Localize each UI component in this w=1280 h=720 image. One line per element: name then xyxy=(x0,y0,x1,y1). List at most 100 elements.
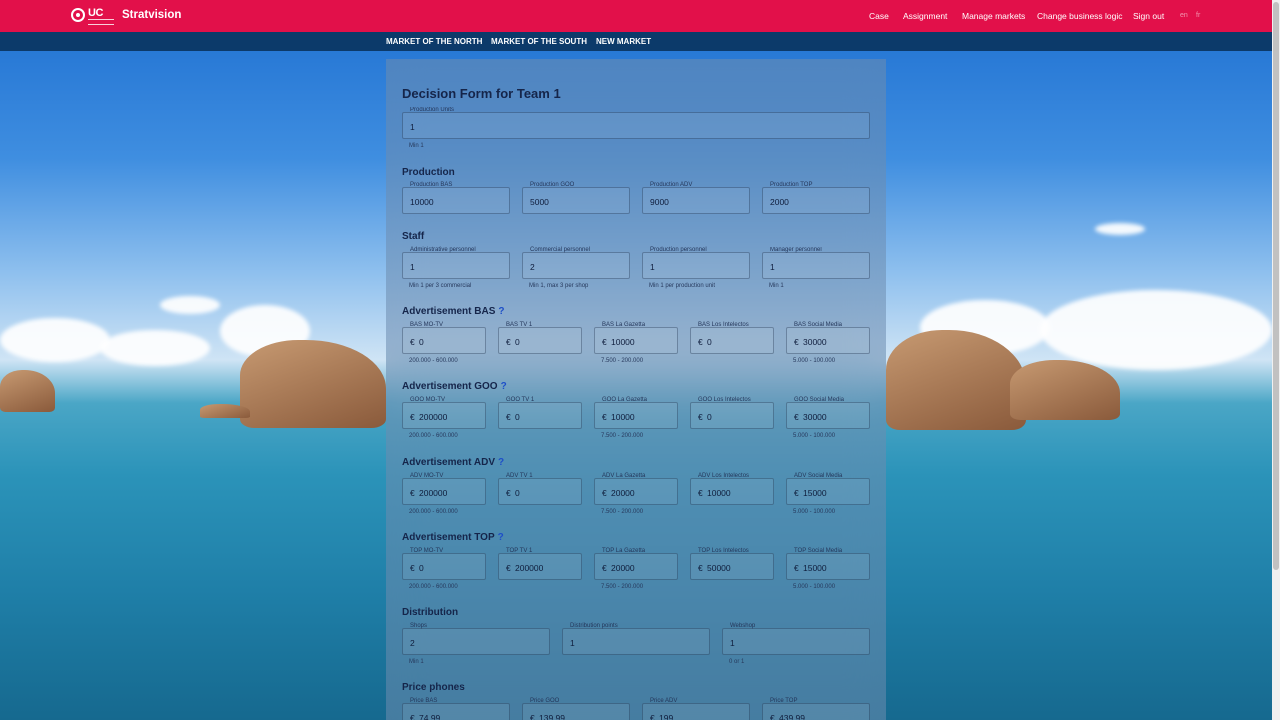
field-value[interactable]: 1 xyxy=(730,638,735,648)
field-value[interactable]: 2 xyxy=(530,262,535,272)
field-value[interactable]: 200000 xyxy=(419,412,447,422)
lang-en[interactable]: en xyxy=(1180,12,1188,19)
brand-name[interactable]: Stratvision xyxy=(122,9,181,21)
input-field[interactable]: Administrative personnel 1 xyxy=(402,247,510,279)
nav-assignment[interactable]: Assignment xyxy=(903,11,947,21)
section-advertisement: Advertisement ADV? xyxy=(402,457,504,468)
field-value[interactable]: 50000 xyxy=(707,563,731,573)
field-value[interactable]: 20000 xyxy=(611,488,635,498)
input-field[interactable]: BAS TV 1 €0 xyxy=(498,322,582,354)
field-value[interactable]: 10000 xyxy=(611,337,635,347)
input-field[interactable]: Webshop 1 xyxy=(722,623,870,655)
field-value[interactable]: 30000 xyxy=(803,337,827,347)
field-value[interactable]: 200000 xyxy=(419,488,447,498)
euro-icon: € xyxy=(602,337,607,347)
input-field[interactable]: TOP Los Intelectos €50000 xyxy=(690,548,774,580)
field-value[interactable]: 200000 xyxy=(515,563,543,573)
help-icon[interactable]: ? xyxy=(498,532,504,543)
field-value[interactable]: 0 xyxy=(515,337,520,347)
input-field[interactable]: Shops 2 xyxy=(402,623,550,655)
help-icon[interactable]: ? xyxy=(501,381,507,392)
input-field[interactable]: Distribution points 1 xyxy=(562,623,710,655)
input-field[interactable]: GOO Los Intelectos €0 xyxy=(690,397,774,429)
input-field[interactable]: GOO La Gazetta €10000 xyxy=(594,397,678,429)
input-field[interactable]: TOP Social Media €15000 xyxy=(786,548,870,580)
uc-logo-icon[interactable] xyxy=(71,8,85,22)
lang-fr[interactable]: fr xyxy=(1196,12,1200,19)
input-field[interactable]: Production TOP 2000 xyxy=(762,182,870,214)
field-value[interactable]: 9000 xyxy=(650,197,669,207)
input-field[interactable]: Production personnel 1 xyxy=(642,247,750,279)
field-label: GOO Social Media xyxy=(794,397,845,403)
input-field[interactable]: BAS MO-TV €0 xyxy=(402,322,486,354)
field-value[interactable]: 1 xyxy=(410,262,415,272)
field-value[interactable]: 10000 xyxy=(611,412,635,422)
input-field[interactable]: Commercial personnel 2 xyxy=(522,247,630,279)
input-field[interactable]: Price GOO €139.99 xyxy=(522,698,630,720)
input-field[interactable]: ADV La Gazetta €20000 xyxy=(594,473,678,505)
input-field[interactable]: BAS La Gazetta €10000 xyxy=(594,322,678,354)
field-value[interactable]: 0 xyxy=(515,412,520,422)
field-value[interactable]: 20000 xyxy=(611,563,635,573)
input-field[interactable]: TOP La Gazetta €20000 xyxy=(594,548,678,580)
field-value[interactable]: 0 xyxy=(707,337,712,347)
field-value[interactable]: 439.99 xyxy=(779,713,805,720)
field-value[interactable]: 0 xyxy=(419,337,424,347)
field-value[interactable]: 139.99 xyxy=(539,713,565,720)
input-field[interactable]: GOO Social Media €30000 xyxy=(786,397,870,429)
input-field[interactable]: Price BAS €74.99 xyxy=(402,698,510,720)
field-value[interactable]: 1 xyxy=(650,262,655,272)
field-label: GOO Los Intelectos xyxy=(698,397,751,403)
nav-change-business-logic[interactable]: Change business logic xyxy=(1037,11,1123,21)
input-field[interactable]: GOO MO-TV €200000 xyxy=(402,397,486,429)
field-value[interactable]: 5000 xyxy=(530,197,549,207)
field-hint: Min 1 xyxy=(409,143,424,149)
field-value[interactable]: 10000 xyxy=(707,488,731,498)
field-value[interactable]: 15000 xyxy=(803,488,827,498)
help-icon[interactable]: ? xyxy=(498,306,504,317)
tab-new-market[interactable]: NEW MARKET xyxy=(596,37,651,46)
field-value[interactable]: 2 xyxy=(410,638,415,648)
field-value[interactable]: 1 xyxy=(410,122,415,132)
input-field[interactable]: BAS Los Intelectos €0 xyxy=(690,322,774,354)
nav-manage-markets[interactable]: Manage markets xyxy=(962,11,1025,21)
logo-subtitle-lines xyxy=(88,19,114,25)
production-units-field[interactable]: Production Units 1 xyxy=(402,107,870,139)
input-field[interactable]: Production BAS 10000 xyxy=(402,182,510,214)
input-field[interactable]: Production GOO 5000 xyxy=(522,182,630,214)
help-icon[interactable]: ? xyxy=(498,457,504,468)
input-field[interactable]: Price ADV €199 xyxy=(642,698,750,720)
input-field[interactable]: BAS Social Media €30000 xyxy=(786,322,870,354)
input-field[interactable]: Production ADV 9000 xyxy=(642,182,750,214)
input-field[interactable]: GOO TV 1 €0 xyxy=(498,397,582,429)
field-value[interactable]: 0 xyxy=(515,488,520,498)
input-field[interactable]: ADV TV 1 €0 xyxy=(498,473,582,505)
input-field[interactable]: TOP MO-TV €0 xyxy=(402,548,486,580)
field-value[interactable]: 15000 xyxy=(803,563,827,573)
input-field[interactable]: TOP TV 1 €200000 xyxy=(498,548,582,580)
euro-icon: € xyxy=(506,563,511,573)
field-value[interactable]: 0 xyxy=(707,412,712,422)
field-value[interactable]: 30000 xyxy=(803,412,827,422)
field-value[interactable]: 74.99 xyxy=(419,713,440,720)
nav-sign-out[interactable]: Sign out xyxy=(1133,11,1164,21)
tab-market-south[interactable]: MARKET OF THE SOUTH xyxy=(491,37,587,46)
field-value[interactable]: 10000 xyxy=(410,197,434,207)
euro-icon: € xyxy=(698,488,703,498)
field-value[interactable]: 2000 xyxy=(770,197,789,207)
field-label: BAS TV 1 xyxy=(506,322,533,328)
field-value[interactable]: 1 xyxy=(570,638,575,648)
page-scrollbar[interactable] xyxy=(1272,0,1280,720)
input-field[interactable]: Price TOP €439.99 xyxy=(762,698,870,720)
nav-case[interactable]: Case xyxy=(869,11,889,21)
input-field[interactable]: ADV Social Media €15000 xyxy=(786,473,870,505)
input-field[interactable]: Manager personnel 1 xyxy=(762,247,870,279)
field-value[interactable]: 1 xyxy=(770,262,775,272)
input-field[interactable]: ADV MO-TV €200000 xyxy=(402,473,486,505)
field-value[interactable]: 199 xyxy=(659,713,673,720)
scrollbar-thumb[interactable] xyxy=(1273,2,1279,570)
section-title: Advertisement GOO xyxy=(402,381,498,392)
tab-market-north[interactable]: MARKET OF THE NORTH xyxy=(386,37,482,46)
field-value[interactable]: 0 xyxy=(419,563,424,573)
input-field[interactable]: ADV Los Intelectos €10000 xyxy=(690,473,774,505)
